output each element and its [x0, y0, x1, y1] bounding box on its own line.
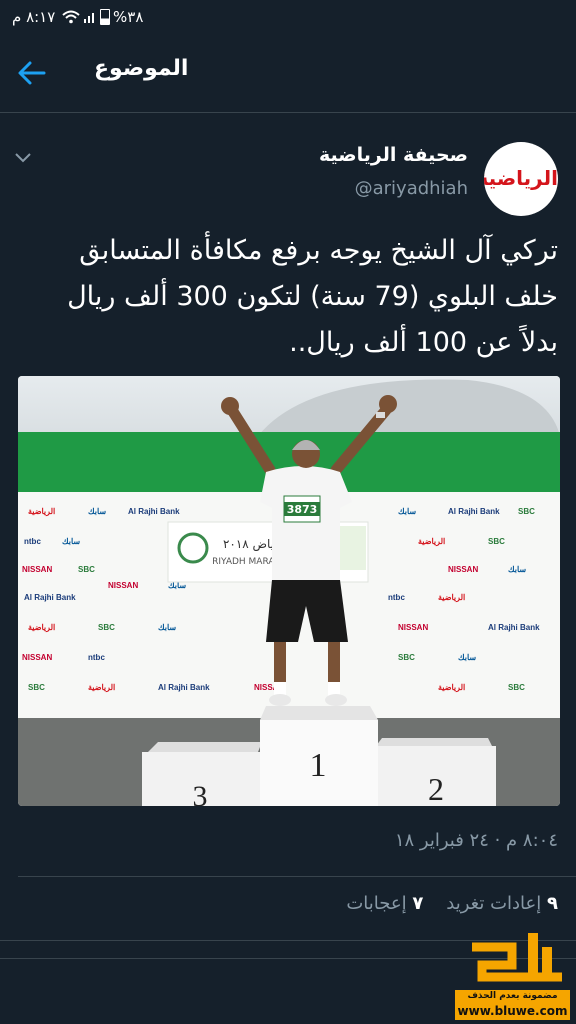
sponsor-logo: SBC — [78, 565, 95, 574]
sponsor-logo: Al Rajhi Bank — [448, 507, 500, 516]
tweet-timestamp: ٨:٠٤ م · ٢٤ فبراير ١٨ — [394, 830, 558, 851]
status-time: ٨:١٧ م — [12, 8, 56, 26]
tweet-stats: ٩ إعادات تغريد ٧ إعجابات — [346, 893, 558, 914]
app-bar: الموضوع — [0, 34, 576, 113]
retweets-stat[interactable]: ٩ إعادات تغريد — [446, 893, 558, 914]
status-bar: ٨:١٧ م ٣٨% — [0, 0, 576, 34]
watermark-logo — [472, 933, 562, 982]
status-icons: ٣٨% — [62, 8, 143, 26]
runner-bib-number: 3873 — [287, 503, 318, 516]
sponsor-logo: NISSAN — [108, 581, 138, 590]
runner-hand — [379, 395, 397, 413]
podium-label-1: 1 — [310, 747, 327, 784]
retweets-count: ٩ — [547, 893, 558, 914]
podium-label-3: 3 — [193, 780, 208, 806]
sponsor-logo: سابك — [158, 623, 176, 632]
retweets-label: إعادات تغريد — [446, 893, 542, 914]
sponsor-logo: SBC — [398, 653, 415, 662]
runner-shirt — [260, 466, 352, 580]
sponsor-logo: الرياضية — [28, 507, 55, 517]
podium-second-top — [376, 738, 492, 746]
sponsor-logo: Al Rajhi Bank — [488, 623, 540, 632]
podium-label-2: 2 — [428, 771, 444, 806]
sponsor-logo: الرياضية — [418, 537, 445, 547]
sponsor-logo: سابك — [458, 653, 476, 662]
tweet-text-line: تركي آل الشيخ يوجه برفع مكافأة المتسابق — [79, 235, 558, 266]
sponsor-logo: SBC — [518, 507, 535, 516]
chevron-down-icon[interactable] — [12, 146, 34, 168]
sponsor-logo: Al Rajhi Bank — [24, 593, 76, 602]
runner-watch — [376, 412, 385, 418]
divider — [18, 876, 576, 877]
runner-shoe — [269, 694, 291, 706]
sponsor-logo: الرياضية — [88, 683, 115, 693]
sponsor-logo: SBC — [508, 683, 525, 692]
runner-shoe — [325, 694, 347, 706]
page-title: الموضوع — [94, 56, 189, 81]
sponsor-logo: NISSAN — [398, 623, 428, 632]
podium-first-top — [260, 706, 378, 720]
runner-sock — [328, 682, 340, 696]
wifi-icon — [62, 10, 80, 24]
sponsor-logo: سابك — [398, 507, 416, 516]
avatar-logo-text: الرياضية — [484, 166, 558, 190]
sponsor-logo: سابك — [62, 537, 80, 546]
user-handle[interactable]: @ariyadhiah — [355, 178, 468, 199]
tweet-text-line: بدلاً عن 100 ألف ريال.. — [289, 327, 558, 358]
signal-icon — [84, 13, 94, 23]
tweet-photo[interactable]: الرياضية سابك Al Rajhi Bank سابك Al Rajh… — [18, 376, 560, 806]
sponsor-logo: Al Rajhi Bank — [128, 507, 180, 516]
sponsor-logo: SBC — [98, 623, 115, 632]
sponsor-logo: سابك — [508, 565, 526, 574]
watermark-url: www.bluwe.com — [455, 1003, 570, 1020]
sponsor-logo: ntbc — [24, 537, 41, 546]
watermark-tagline: مضمونة بعدم الحذف — [455, 990, 570, 1003]
sponsor-logo: ntbc — [88, 653, 105, 662]
back-arrow-icon[interactable] — [14, 56, 48, 90]
likes-stat[interactable]: ٧ إعجابات — [346, 893, 423, 914]
runner-sock — [274, 682, 286, 696]
sponsor-logo: الرياضية — [438, 593, 465, 603]
sponsor-logo: SBC — [488, 537, 505, 546]
sponsor-logo: الرياضية — [438, 683, 465, 693]
battery-icon — [100, 9, 110, 25]
likes-count: ٧ — [412, 893, 424, 914]
riyadh-logo — [336, 526, 366, 570]
sponsor-logo: NISSAN — [22, 653, 52, 662]
sponsor-logo: ntbc — [388, 593, 405, 602]
podium-third-top — [148, 742, 262, 752]
sponsor-logo: NISSAN — [448, 565, 478, 574]
display-name[interactable]: صحيفة الرياضية — [319, 144, 468, 166]
sponsor-logo: سابك — [88, 507, 106, 516]
sponsor-logo: SBC — [28, 683, 45, 692]
tweet-text: تركي آل الشيخ يوجه برفع مكافأة المتسابق … — [18, 228, 558, 366]
tweet-text-line: خلف البلوي (79 سنة) لتكون 300 ألف ريال — [67, 281, 558, 312]
avatar[interactable]: الرياضية — [484, 142, 558, 216]
sponsor-logo: NISSAN — [22, 565, 52, 574]
sponsor-logo: Al Rajhi Bank — [158, 683, 210, 692]
runner-hand — [221, 397, 239, 415]
battery-percent: ٣٨% — [113, 8, 144, 26]
likes-label: إعجابات — [346, 893, 407, 914]
sponsor-logo: الرياضية — [28, 623, 55, 633]
